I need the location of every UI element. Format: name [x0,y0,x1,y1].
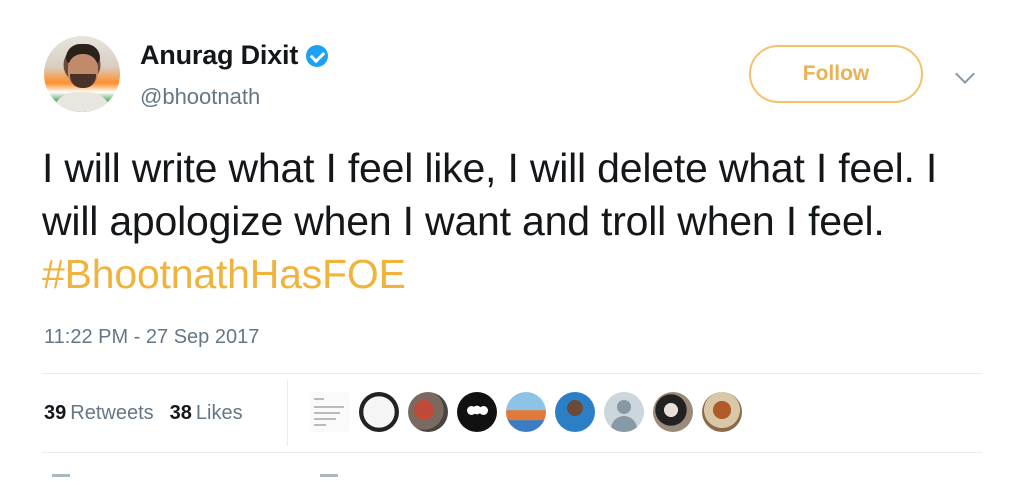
retweet-icon[interactable] [320,474,338,477]
liker-avatar[interactable] [457,392,497,432]
chevron-down-icon[interactable] [955,64,975,84]
avatar-detail [467,406,476,415]
liker-avatar[interactable] [408,392,448,432]
default-profile-avatar[interactable] [604,392,644,432]
reply-icon[interactable] [52,474,70,477]
verified-badge-icon [306,44,329,67]
liker-avatar[interactable] [359,392,399,432]
avatar-detail [479,406,488,415]
avatar-detail [314,398,324,400]
tweet-text: I will write what I feel like, I will de… [42,142,972,301]
avatar-detail [314,412,340,414]
hashtag-link[interactable]: #BhootnathHasFOE [42,251,406,297]
liker-avatars [310,392,742,432]
author-handle[interactable]: @bhootnath [140,84,260,110]
liker-avatar[interactable] [702,392,742,432]
likes-count: 38 [169,402,192,424]
liker-avatar[interactable] [310,392,350,432]
liker-avatar[interactable] [653,392,693,432]
liker-avatar[interactable] [506,392,546,432]
avatar-detail [617,400,631,414]
avatar-detail [314,418,336,420]
avatar-detail [314,424,326,426]
retweets-count: 39 [44,402,67,424]
retweets-label: Retweets [70,402,154,424]
tweet-stats: 39 Retweets 38 Likes [44,402,243,425]
liker-avatar[interactable] [555,392,595,432]
retweets-stat[interactable]: 39 Retweets [44,402,154,425]
divider [42,373,982,374]
tweet-timestamp[interactable]: 11:22 PM - 27 Sep 2017 [44,326,259,349]
likes-label: Likes [195,402,243,424]
tweet-actions-row [52,474,952,481]
avatar-detail [314,406,344,408]
tweet-body: I will write what I feel like, I will de… [42,145,938,244]
likes-stat[interactable]: 38 Likes [170,402,243,425]
author-display-name[interactable]: Anurag Dixit [140,40,298,71]
author-name-row[interactable]: Anurag Dixit [140,40,329,71]
divider [42,452,982,453]
avatar[interactable] [44,36,120,112]
avatar-detail [611,416,637,432]
avatar-shirt [52,92,112,112]
stats-divider [287,380,288,446]
follow-button[interactable]: Follow [749,45,923,103]
